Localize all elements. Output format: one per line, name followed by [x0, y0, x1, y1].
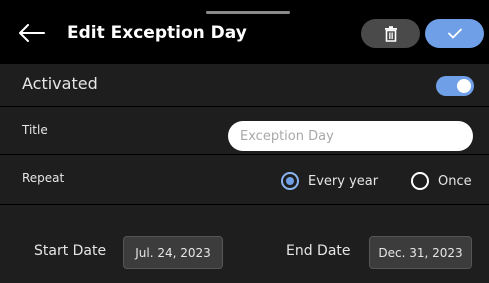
radio-unselected-icon: [411, 172, 429, 190]
arrow-left-icon: [19, 24, 45, 42]
drag-handle[interactable]: [206, 11, 290, 14]
activated-row: Activated: [0, 64, 489, 107]
edit-exception-day-screen: Edit Exception Day Activated Title Excep…: [0, 0, 489, 283]
confirm-button[interactable]: [425, 19, 484, 48]
delete-button[interactable]: [361, 19, 420, 48]
check-icon: [447, 28, 462, 39]
repeat-every-year-radio[interactable]: Every year: [281, 171, 378, 191]
end-date-label: End Date: [286, 243, 351, 259]
toggle-knob: [457, 79, 471, 93]
form-panel: Activated Title Repeat Every year Once S…: [0, 64, 489, 283]
activated-toggle[interactable]: [436, 76, 474, 96]
end-date-picker[interactable]: Dec. 31, 2023: [369, 236, 472, 269]
radio-label: Once: [438, 173, 472, 189]
header-bar: Edit Exception Day: [0, 0, 489, 64]
repeat-label: Repeat: [22, 171, 65, 185]
radio-selected-icon: [281, 172, 299, 190]
start-date-label: Start Date: [34, 243, 107, 259]
dates-row: Start Date Jul. 24, 2023 End Date Dec. 3…: [0, 214, 489, 283]
title-input[interactable]: [228, 121, 473, 151]
repeat-row: Repeat Every year Once: [0, 155, 489, 205]
trash-icon: [384, 25, 397, 42]
title-row: Title: [0, 107, 489, 155]
start-date-picker[interactable]: Jul. 24, 2023: [123, 236, 223, 269]
title-label: Title: [22, 123, 48, 137]
activated-label: Activated: [22, 74, 98, 93]
repeat-once-radio[interactable]: Once: [411, 171, 472, 191]
back-button[interactable]: [14, 20, 50, 46]
radio-label: Every year: [308, 173, 379, 189]
page-title: Edit Exception Day: [67, 23, 247, 43]
